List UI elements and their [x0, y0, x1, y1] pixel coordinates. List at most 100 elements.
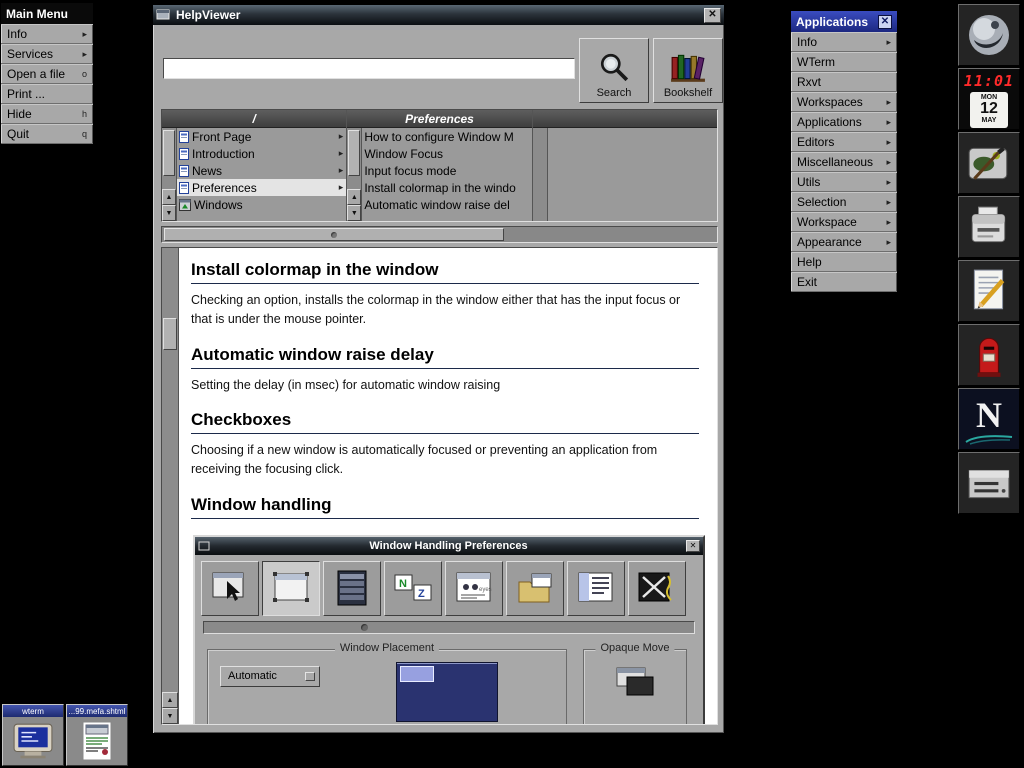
browser-item-install-colormap[interactable]: Install colormap in the windo	[362, 179, 531, 196]
menu-item-label: Exit	[797, 275, 817, 289]
menu-item-label: Applications	[797, 115, 862, 129]
terminal-monitor-icon	[12, 723, 54, 759]
apps-menu-item-applications[interactable]: Applications ▸	[791, 112, 897, 132]
column-scrollbar[interactable]: ▲ ▼	[162, 128, 177, 221]
menu-item-label: Appearance	[797, 235, 862, 249]
search-icon	[598, 51, 630, 83]
scroll-down-button[interactable]: ▼	[162, 708, 178, 724]
apps-menu-item-rxvt[interactable]: Rxvt	[791, 72, 897, 92]
browser-item-front-page[interactable]: Front Page ▸	[177, 128, 346, 145]
helpviewer-titlebar[interactable]: HelpViewer ✕	[153, 5, 724, 25]
submenu-arrow-icon: ▸	[82, 29, 87, 40]
dock-tile-drive[interactable]	[958, 452, 1020, 514]
applications-menu-titlebar[interactable]: Applications ✕	[791, 11, 897, 32]
postbox-mail-icon	[966, 330, 1012, 380]
browser-item-windows[interactable]: Windows	[177, 196, 346, 213]
apps-menu-item-exit[interactable]: Exit	[791, 272, 897, 292]
browser-item-preferences-selected[interactable]: Preferences ▸	[177, 179, 346, 196]
main-menu-title: Main Menu	[6, 7, 68, 21]
browser-item-window-focus[interactable]: Window Focus	[362, 145, 531, 162]
apps-menu-item-appearance[interactable]: Appearance ▸	[791, 232, 897, 252]
apps-menu-item-help[interactable]: Help	[791, 252, 897, 272]
embedded-icon-placement	[201, 561, 259, 616]
main-menu-item-hide[interactable]: Hide h	[1, 104, 93, 124]
browser-item-introduction[interactable]: Introduction ▸	[177, 145, 346, 162]
browser-list: How to configure Window M Window Focus I…	[362, 128, 531, 221]
windowmaker-logo-icon	[965, 11, 1013, 59]
main-menu-item-info[interactable]: Info ▸	[1, 24, 93, 44]
dock-tile-mailbox[interactable]	[958, 324, 1020, 386]
embedded-groups: Window Placement Automatic Opaque Move	[195, 634, 703, 724]
embedded-group-opaque-move: Opaque Move	[583, 649, 687, 724]
main-menu-item-services[interactable]: Services ▸	[1, 44, 93, 64]
apps-menu-item-selection[interactable]: Selection ▸	[791, 192, 897, 212]
apps-menu-item-miscellaneous[interactable]: Miscellaneous ▸	[791, 152, 897, 172]
column-browser: / ▲ ▼	[161, 109, 718, 222]
main-menu-item-print[interactable]: Print ...	[1, 84, 93, 104]
search-button-label: Search	[597, 87, 632, 99]
submenu-arrow-icon: ▸	[82, 49, 87, 60]
document-icon	[179, 131, 189, 143]
scroll-up-button[interactable]: ▲	[162, 692, 178, 708]
miniwindow-shtml-page[interactable]: ...99.mefa.shtml	[66, 704, 128, 766]
search-input[interactable]	[163, 58, 575, 79]
dock-tile-notes[interactable]	[958, 260, 1020, 322]
dock-tile-printer[interactable]	[958, 196, 1020, 258]
dock-tile-paint[interactable]	[958, 132, 1020, 194]
scrollbar-knob[interactable]	[164, 228, 504, 241]
menu-item-label: Open a file	[7, 67, 65, 81]
main-menu-item-quit[interactable]: Quit q	[1, 124, 93, 144]
main-menu-item-open-a-file[interactable]: Open a file o	[1, 64, 93, 84]
scroll-up-button[interactable]: ▲	[162, 189, 176, 205]
dock-tile-clock[interactable]: 11:01 MON 12 MAY	[958, 68, 1020, 130]
search-button[interactable]: Search	[579, 38, 649, 103]
menu-item-label: Selection	[797, 195, 846, 209]
apps-menu-item-editors[interactable]: Editors ▸	[791, 132, 897, 152]
netscape-n-logo: N	[976, 397, 1002, 433]
main-menu-titlebar[interactable]: Main Menu	[1, 3, 93, 24]
apps-menu-item-workspace[interactable]: Workspace ▸	[791, 212, 897, 232]
bookshelf-button-label: Bookshelf	[664, 87, 712, 99]
browser-column-preferences: Preferences ▲ ▼ How to configure Window …	[347, 110, 532, 221]
browser-item-news[interactable]: News ▸	[177, 162, 346, 179]
bookshelf-button[interactable]: Bookshelf	[653, 38, 723, 103]
dock-tile-netscape[interactable]: N	[958, 388, 1020, 450]
apps-menu-item-workspaces[interactable]: Workspaces ▸	[791, 92, 897, 112]
embedded-group-window-placement: Window Placement Automatic	[207, 649, 567, 724]
submenu-arrow-icon: ▸	[886, 117, 891, 128]
content-scrollbar[interactable]: ▲ ▼	[162, 248, 179, 724]
browser-item-input-focus-mode[interactable]: Input focus mode	[362, 162, 531, 179]
submenu-arrow-icon: ▸	[886, 137, 891, 148]
apps-menu-item-wterm[interactable]: WTerm	[791, 52, 897, 72]
miniwindow-wterm[interactable]: wterm	[2, 704, 64, 766]
browser-item-how-to-configure[interactable]: How to configure Window M	[362, 128, 531, 145]
section-body: Choosing if a new window is automaticall…	[191, 441, 699, 479]
close-button[interactable]: ✕	[704, 8, 721, 23]
scroll-down-button[interactable]: ▼	[347, 205, 361, 221]
scroll-up-button[interactable]: ▲	[347, 189, 361, 205]
embedded-screenshot-window-handling: Window Handling Preferences ✕	[193, 535, 705, 724]
scroll-down-button[interactable]: ▼	[162, 205, 176, 221]
close-icon[interactable]: ✕	[878, 15, 892, 29]
netscape-horizon-icon	[964, 433, 1014, 445]
apps-menu-item-utils[interactable]: Utils ▸	[791, 172, 897, 192]
browser-horizontal-scrollbar[interactable]	[161, 226, 718, 243]
column-scrollbar[interactable]	[533, 128, 548, 221]
bookshelf-icon	[670, 51, 706, 83]
column-scrollbar[interactable]: ▲ ▼	[347, 128, 362, 221]
embedded-icon-misc	[567, 561, 625, 616]
knob-dimple	[331, 232, 337, 238]
dock-tile-windowmaker[interactable]	[958, 4, 1020, 66]
apps-menu-item-info[interactable]: Info ▸	[791, 32, 897, 52]
scrollbar-knob[interactable]	[348, 130, 360, 176]
embedded-icon-handling-selected	[262, 561, 320, 616]
embedded-icon-row: N Z eyes	[195, 555, 703, 621]
opaque-move-icon	[615, 666, 655, 696]
menu-item-label: Quit	[7, 127, 29, 141]
menu-item-label: WTerm	[797, 55, 835, 69]
scrollbar-knob[interactable]	[163, 130, 175, 176]
column-header: Preferences	[347, 110, 531, 128]
scrollbar-knob[interactable]	[163, 318, 177, 350]
embedded-icon-menus	[323, 561, 381, 616]
browser-item-automatic-raise[interactable]: Automatic window raise del	[362, 196, 531, 213]
